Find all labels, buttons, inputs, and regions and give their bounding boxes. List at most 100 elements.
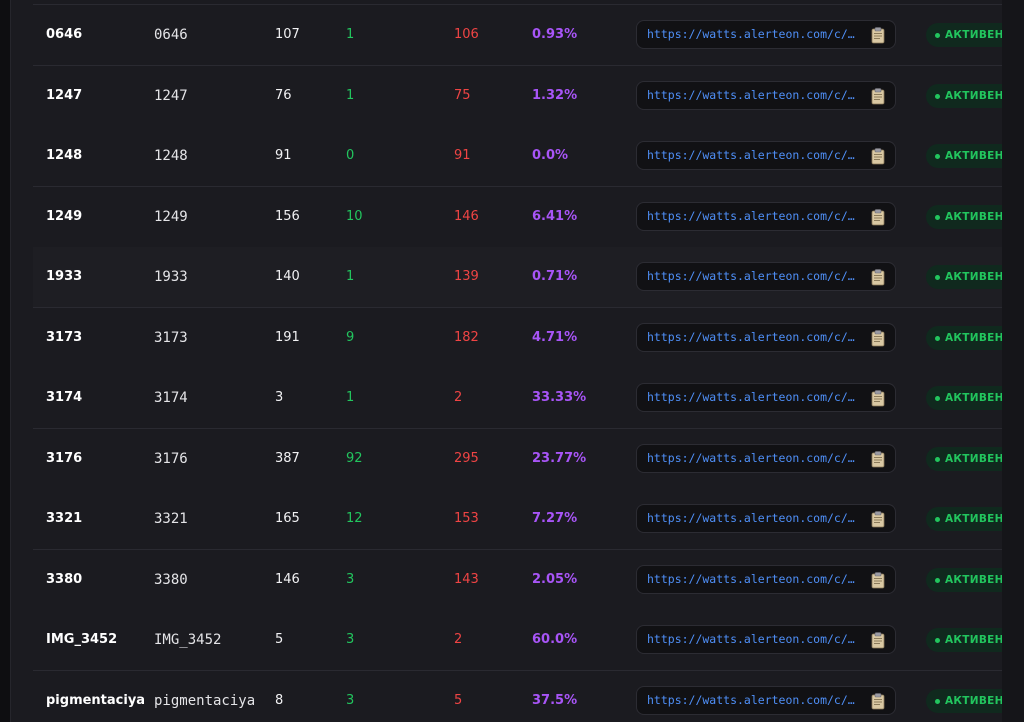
link-url[interactable]: https://watts.alerteon.com/c/3… bbox=[647, 505, 859, 532]
row-fail-count: 295 bbox=[454, 450, 479, 466]
status-label: АКТИВЕН bbox=[945, 271, 1004, 283]
row-name: 1933 bbox=[46, 269, 83, 284]
link-field[interactable]: https://watts.alerteon.com/c/3… bbox=[636, 504, 896, 533]
row-name: 3321 bbox=[46, 511, 83, 526]
link-field[interactable]: https://watts.alerteon.com/c/0… bbox=[636, 20, 896, 49]
link-url[interactable]: https://watts.alerteon.com/c/3… bbox=[647, 445, 859, 472]
status-badge: АКТИВЕН bbox=[926, 446, 1004, 471]
row-conversion-rate: 1.32% bbox=[532, 87, 578, 103]
row-conversion-rate: 37.5% bbox=[532, 692, 578, 708]
link-field[interactable]: https://watts.alerteon.com/c/3… bbox=[636, 564, 896, 594]
link-url[interactable]: https://watts.alerteon.com/c/3… bbox=[647, 324, 859, 351]
row-total-count: 8 bbox=[275, 692, 284, 708]
clipboard-icon[interactable] bbox=[869, 147, 887, 165]
status-label: АКТИВЕН bbox=[945, 29, 1004, 41]
row-conversion-rate: 6.41% bbox=[532, 208, 578, 224]
row-total-count: 91 bbox=[275, 148, 292, 163]
row-slug: 3321 bbox=[154, 511, 188, 527]
row-name: IMG_3452 bbox=[46, 632, 118, 647]
row-slug: 1249 bbox=[154, 208, 188, 225]
row-name: 3173 bbox=[46, 329, 83, 345]
clipboard-icon[interactable] bbox=[869, 268, 887, 286]
status-label: АКТИВЕН bbox=[945, 331, 1004, 344]
table-row: 1933 1933 140 1 139 0.71% https://watts.alerte… bbox=[33, 247, 1004, 308]
status-badge: АКТИВЕН bbox=[926, 628, 1004, 652]
clipboard-icon[interactable] bbox=[869, 571, 887, 589]
status-label: АКТИВЕН bbox=[945, 694, 1004, 707]
link-field[interactable]: https://watts.alerteon.com/c/3… bbox=[636, 383, 896, 412]
row-fail-count: 5 bbox=[454, 692, 463, 708]
status-label: АКТИВЕН bbox=[945, 634, 1004, 646]
row-fail-count: 75 bbox=[454, 87, 471, 103]
row-conversion-rate: 2.05% bbox=[532, 571, 578, 587]
link-field[interactable]: https://watts.alerteon.com/c/1… bbox=[636, 201, 896, 231]
status-dot-icon bbox=[935, 517, 940, 522]
clipboard-icon[interactable] bbox=[869, 208, 887, 226]
link-url[interactable]: https://watts.alerteon.com/c/I… bbox=[647, 626, 859, 653]
row-total-count: 146 bbox=[275, 571, 300, 587]
row-total-count: 107 bbox=[275, 27, 300, 42]
right-gutter bbox=[1002, 0, 1024, 722]
link-field[interactable]: https://watts.alerteon.com/c/1… bbox=[636, 141, 896, 170]
link-field[interactable]: https://watts.alerteon.com/c/I… bbox=[636, 625, 896, 654]
status-badge: АКТИВЕН bbox=[926, 567, 1004, 592]
link-url[interactable]: https://watts.alerteon.com/c/1… bbox=[647, 263, 859, 290]
status-label: АКТИВЕН bbox=[945, 392, 1004, 404]
clipboard-icon[interactable] bbox=[869, 26, 887, 44]
status-label: АКТИВЕН bbox=[945, 89, 1004, 102]
row-name: 3176 bbox=[46, 450, 83, 466]
clipboard-icon[interactable] bbox=[869, 329, 887, 347]
link-url[interactable]: https://watts.alerteon.com/c/1… bbox=[647, 82, 859, 109]
link-field[interactable]: https://watts.alerteon.com/c/p… bbox=[636, 685, 896, 715]
link-field[interactable]: https://watts.alerteon.com/c/3… bbox=[636, 322, 896, 352]
clipboard-icon[interactable] bbox=[869, 389, 887, 407]
row-success-count: 12 bbox=[346, 511, 363, 526]
link-field[interactable]: https://watts.alerteon.com/c/3… bbox=[636, 443, 896, 473]
row-conversion-rate: 33.33% bbox=[532, 390, 587, 405]
row-conversion-rate: 23.77% bbox=[532, 450, 587, 466]
row-name: 1247 bbox=[46, 87, 83, 103]
row-fail-count: 91 bbox=[454, 148, 471, 163]
status-dot-icon bbox=[935, 33, 940, 38]
row-success-count: 1 bbox=[346, 87, 355, 103]
status-label: АКТИВЕН bbox=[945, 513, 1004, 525]
clipboard-icon[interactable] bbox=[869, 510, 887, 528]
row-total-count: 140 bbox=[275, 269, 300, 284]
status-badge: АКТИВЕН bbox=[926, 23, 1004, 47]
status-badge: АКТИВЕН bbox=[926, 83, 1004, 108]
row-conversion-rate: 60.0% bbox=[532, 632, 578, 647]
status-badge: АКТИВЕН bbox=[926, 204, 1004, 229]
row-slug: 1248 bbox=[154, 148, 188, 164]
clipboard-icon[interactable] bbox=[869, 631, 887, 649]
row-conversion-rate: 0.71% bbox=[532, 269, 578, 284]
clipboard-icon[interactable] bbox=[869, 450, 887, 468]
link-url[interactable]: https://watts.alerteon.com/c/3… bbox=[647, 566, 859, 593]
row-success-count: 0 bbox=[346, 148, 355, 163]
row-total-count: 191 bbox=[275, 329, 300, 345]
row-conversion-rate: 7.27% bbox=[532, 511, 578, 526]
row-slug: 1247 bbox=[154, 87, 188, 104]
link-url[interactable]: https://watts.alerteon.com/c/1… bbox=[647, 142, 859, 169]
row-total-count: 3 bbox=[275, 390, 284, 405]
table-row: 1248 1248 91 0 91 0.0% https://watts.alerteon.… bbox=[33, 126, 1004, 187]
clipboard-icon[interactable] bbox=[869, 692, 887, 710]
link-url[interactable]: https://watts.alerteon.com/c/p… bbox=[647, 687, 859, 714]
row-name: 3174 bbox=[46, 390, 83, 405]
row-success-count: 1 bbox=[346, 269, 355, 284]
status-label: АКТИВЕН bbox=[945, 150, 1004, 162]
row-total-count: 76 bbox=[275, 87, 292, 103]
row-success-count: 3 bbox=[346, 632, 355, 647]
link-field[interactable]: https://watts.alerteon.com/c/1… bbox=[636, 262, 896, 291]
link-url[interactable]: https://watts.alerteon.com/c/1… bbox=[647, 203, 859, 230]
status-dot-icon bbox=[935, 456, 940, 462]
row-conversion-rate: 0.0% bbox=[532, 148, 569, 163]
table-row: 0646 0646 107 1 106 0.93% https://watts.alerte… bbox=[33, 5, 1004, 66]
link-url[interactable]: https://watts.alerteon.com/c/3… bbox=[647, 384, 859, 411]
status-badge: АКТИВЕН bbox=[926, 688, 1004, 713]
table-row: 3173 3173 191 9 182 4.71% https://watts.alerte… bbox=[33, 307, 1004, 369]
link-url[interactable]: https://watts.alerteon.com/c/0… bbox=[647, 21, 859, 48]
row-fail-count: 139 bbox=[454, 269, 479, 284]
link-field[interactable]: https://watts.alerteon.com/c/1… bbox=[636, 80, 896, 110]
clipboard-icon[interactable] bbox=[869, 87, 887, 105]
status-dot-icon bbox=[935, 214, 940, 220]
